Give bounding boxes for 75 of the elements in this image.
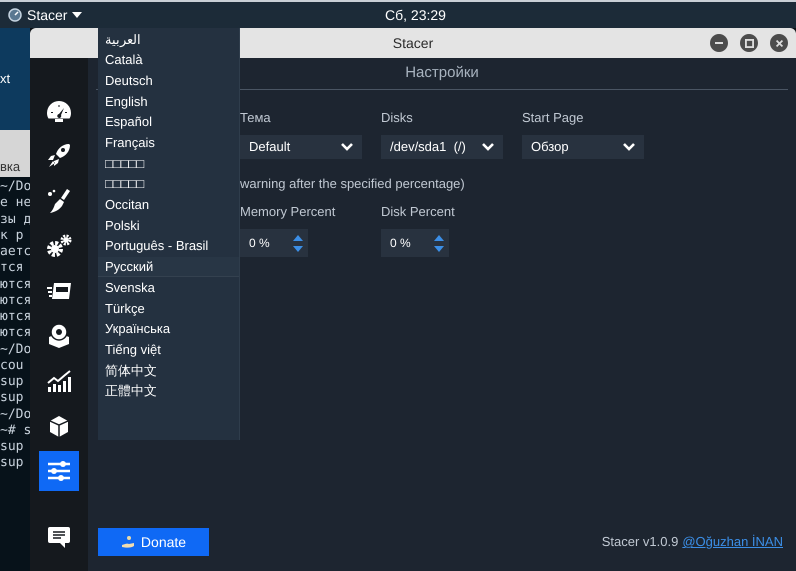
- broom-icon: [46, 188, 72, 214]
- sliders-icon: [47, 460, 71, 482]
- donate-button[interactable]: Donate: [98, 528, 209, 556]
- maximize-button[interactable]: [740, 34, 758, 52]
- chevron-icon: [340, 142, 354, 152]
- minimize-icon: [715, 42, 723, 44]
- terminal-line: cou: [0, 358, 24, 374]
- author-link[interactable]: @Oğuzhan İNAN: [682, 532, 783, 552]
- dropdown[interactable]: Обзор: [522, 134, 644, 158]
- dropdown[interactable]: /dev/sda1 (/): [381, 134, 503, 158]
- chevron-icon: [622, 142, 636, 152]
- menu-item[interactable]: Tiếng việt: [98, 339, 239, 360]
- warning-note: warning after the specified percentage): [240, 174, 465, 193]
- chart-icon: [46, 369, 72, 393]
- spin-box[interactable]: 0 %: [240, 228, 308, 256]
- menu-item[interactable]: Occitan: [98, 194, 239, 216]
- menu-item[interactable]: Polski: [98, 215, 239, 236]
- menu-item[interactable]: 正體中文: [98, 380, 239, 402]
- window-title: Stacer: [392, 34, 434, 52]
- terminal-line: к р: [0, 228, 24, 244]
- terminal-line: sup: [0, 455, 24, 472]
- field-label: Start Page: [522, 109, 584, 127]
- field-label: Disk Percent: [381, 203, 456, 221]
- menu-item[interactable]: English: [98, 91, 239, 112]
- coin-hand-icon: [120, 535, 135, 549]
- terminal-line: аетс: [0, 244, 30, 260]
- menu-item[interactable]: Deutsch: [98, 70, 239, 92]
- caret-icon: [72, 12, 82, 18]
- chat-icon: [47, 525, 71, 549]
- disc-box-icon: [47, 323, 71, 349]
- gauge-icon: [46, 99, 72, 123]
- menu-item[interactable]: Français: [98, 132, 239, 154]
- app-menu[interactable]: Stacer: [0, 4, 82, 26]
- card-icon: [46, 281, 72, 301]
- close-icon: [776, 40, 782, 46]
- menu-item[interactable]: □□□□□: [98, 174, 239, 194]
- rocket-icon: [47, 143, 71, 169]
- spin-box[interactable]: 0 %: [381, 228, 449, 256]
- menu-item[interactable]: Русский: [98, 256, 239, 278]
- field-label: Тема: [240, 109, 272, 127]
- terminal-line: sup: [0, 390, 24, 406]
- close-button[interactable]: [770, 34, 788, 52]
- terminal-line: ются: [0, 276, 30, 293]
- menu-item[interactable]: Español: [98, 112, 239, 132]
- field-label: Memory Percent: [240, 203, 336, 221]
- menu-item[interactable]: Català: [98, 50, 239, 70]
- dropdown[interactable]: Default: [240, 134, 362, 158]
- app-logo-icon: [8, 8, 22, 22]
- field-label: Disks: [381, 109, 414, 127]
- terminal-line: sup: [0, 374, 24, 390]
- menu-item[interactable]: Українська: [98, 318, 239, 340]
- menu-item[interactable]: 简体中文: [98, 360, 239, 381]
- menu-item[interactable]: Português - Brasil: [98, 236, 239, 257]
- menu-item[interactable]: Türkçe: [98, 298, 239, 319]
- gears-icon: [46, 234, 72, 258]
- terminal-line: ~/Do: [0, 179, 30, 196]
- box-icon: [48, 414, 70, 438]
- terminal-line: sup: [0, 439, 24, 456]
- terminal-line: ~/Do: [0, 342, 30, 358]
- terminal-line: тся: [0, 260, 24, 276]
- terminal-line: ~# s: [0, 422, 30, 439]
- minimize-button[interactable]: [710, 34, 728, 52]
- terminal-line: ются: [0, 309, 30, 326]
- chevron-icon: [481, 142, 495, 152]
- clock: Сб, 23:29: [385, 6, 446, 24]
- page-title: Настройки: [405, 63, 479, 84]
- terminal-line: ются: [0, 292, 30, 309]
- menu-item[interactable]: Svenska: [98, 277, 239, 298]
- terminal-line: ются: [0, 325, 30, 342]
- terminal-line: ~/Do: [0, 406, 30, 423]
- menu-item[interactable]: □□□□□: [98, 153, 239, 174]
- maximize-icon: [744, 38, 754, 48]
- terminal-text: xt: [0, 70, 10, 88]
- menu-item[interactable]: العربية: [98, 29, 239, 50]
- version-text: Stacer v1.0.9: [602, 533, 678, 552]
